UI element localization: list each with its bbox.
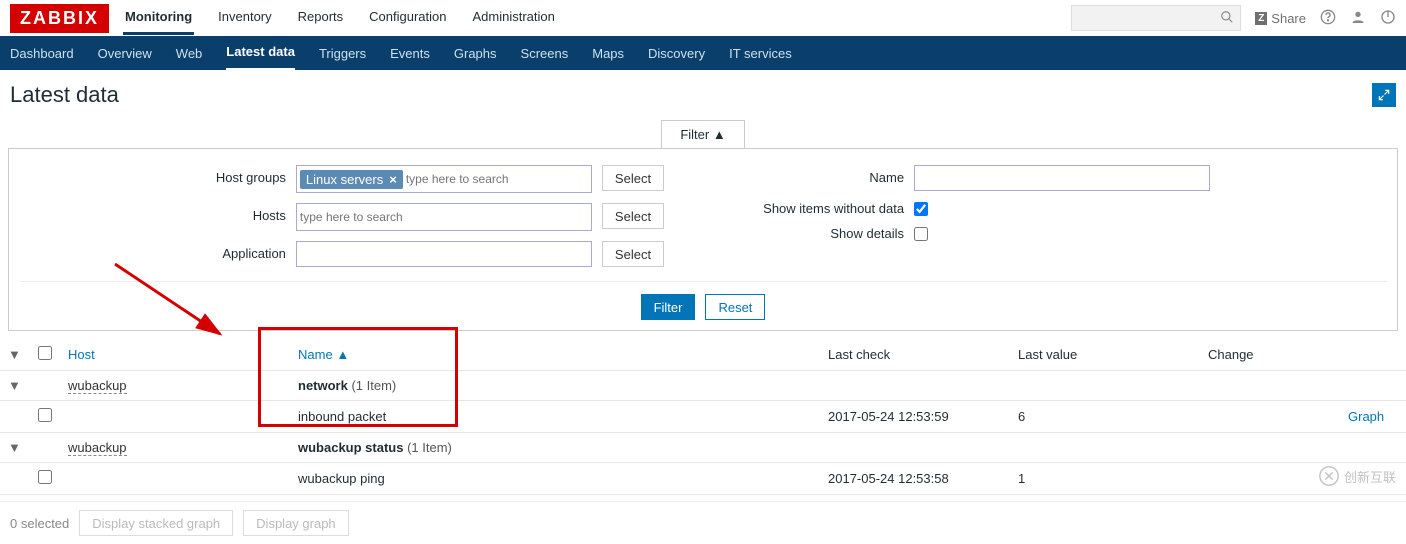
host-link[interactable]: wubackup [68, 440, 127, 456]
display-stacked-graph-button: Display stacked graph [79, 510, 233, 536]
help-icon[interactable] [1320, 9, 1336, 28]
application-input[interactable] [296, 241, 592, 267]
table-item-row: wubackup ping 2017-05-24 12:53:58 1 [0, 463, 1406, 495]
header-change: Change [1200, 339, 1340, 371]
show-without-data-label: Show items without data [744, 201, 904, 216]
selected-count: 0 selected [10, 516, 69, 531]
header-name[interactable]: Name ▲ [298, 347, 349, 362]
topnav-administration[interactable]: Administration [471, 1, 557, 35]
subnav-screens[interactable]: Screens [521, 37, 569, 70]
page-title: Latest data [10, 82, 119, 108]
host-link[interactable]: wubackup [68, 378, 127, 394]
subnav-it-services[interactable]: IT services [729, 37, 792, 70]
logout-icon[interactable] [1380, 9, 1396, 28]
search-icon[interactable] [1220, 10, 1234, 27]
header-last-value: Last value [1010, 339, 1200, 371]
table-group-row: ▼ wubackup network (1 Item) [0, 371, 1406, 401]
latest-data-table: ▼ Host Name ▲ Last check Last value Chan… [0, 339, 1406, 495]
table-item-row: inbound packet 2017-05-24 12:53:59 6 Gra… [0, 401, 1406, 433]
subnav-latest-data[interactable]: Latest data [226, 35, 295, 71]
application-select-button[interactable]: Select [602, 241, 664, 267]
subnav-maps[interactable]: Maps [592, 37, 624, 70]
zabbix-logo[interactable]: ZABBIX [10, 4, 109, 33]
host-groups-multiselect[interactable]: Linux servers × [296, 165, 592, 193]
filter-panel: Host groups Linux servers × Select Hosts… [8, 148, 1398, 331]
application-label: Application [196, 241, 286, 261]
show-details-checkbox[interactable] [914, 227, 928, 241]
reset-button[interactable]: Reset [705, 294, 765, 320]
item-last-check: 2017-05-24 12:53:59 [820, 401, 1010, 433]
host-group-tag: Linux servers × [300, 170, 403, 189]
host-groups-input[interactable] [406, 172, 588, 186]
item-last-value: 1 [1010, 463, 1200, 495]
row-checkbox[interactable] [38, 470, 52, 484]
item-last-value: 6 [1010, 401, 1200, 433]
subnav-discovery[interactable]: Discovery [648, 37, 705, 70]
remove-tag-icon[interactable]: × [389, 172, 397, 187]
hosts-multiselect[interactable] [296, 203, 592, 231]
row-checkbox[interactable] [38, 408, 52, 422]
select-all-checkbox[interactable] [38, 346, 52, 360]
filter-toggle-tab[interactable]: Filter ▲ [661, 120, 744, 148]
fullscreen-button[interactable] [1372, 83, 1396, 107]
display-graph-button: Display graph [243, 510, 349, 536]
item-name: wubackup ping [290, 463, 820, 495]
subnav-dashboard[interactable]: Dashboard [10, 37, 74, 70]
share-button[interactable]: ZShare [1255, 11, 1306, 26]
host-groups-select-button[interactable]: Select [602, 165, 664, 191]
sub-nav: Dashboard Overview Web Latest data Trigg… [0, 36, 1406, 70]
global-search[interactable] [1071, 5, 1241, 31]
name-filter-input[interactable] [914, 165, 1210, 191]
graph-link[interactable]: Graph [1348, 409, 1384, 424]
name-filter-label: Name [744, 165, 904, 185]
host-groups-label: Host groups [196, 165, 286, 185]
topnav-inventory[interactable]: Inventory [216, 1, 273, 35]
collapse-all-icon[interactable]: ▼ [8, 347, 21, 362]
show-without-data-checkbox[interactable] [914, 202, 928, 216]
collapse-icon[interactable]: ▼ [8, 378, 21, 393]
subnav-triggers[interactable]: Triggers [319, 37, 366, 70]
item-name: inbound packet [290, 401, 820, 433]
user-icon[interactable] [1350, 9, 1366, 28]
topnav-monitoring[interactable]: Monitoring [123, 1, 194, 35]
subnav-graphs[interactable]: Graphs [454, 37, 497, 70]
filter-button[interactable]: Filter [641, 294, 696, 320]
topnav-reports[interactable]: Reports [296, 1, 346, 35]
top-nav: Monitoring Inventory Reports Configurati… [123, 1, 1071, 35]
show-details-label: Show details [744, 226, 904, 241]
subnav-overview[interactable]: Overview [98, 37, 152, 70]
topnav-configuration[interactable]: Configuration [367, 1, 448, 35]
subnav-web[interactable]: Web [176, 37, 203, 70]
hosts-label: Hosts [196, 203, 286, 223]
watermark: 创新互联 [1318, 465, 1396, 487]
hosts-select-button[interactable]: Select [602, 203, 664, 229]
header-last-check: Last check [820, 339, 1010, 371]
item-change [1200, 401, 1340, 433]
header-host[interactable]: Host [68, 347, 95, 362]
table-group-row: ▼ wubackup wubackup status (1 Item) [0, 433, 1406, 463]
footer-bar: 0 selected Display stacked graph Display… [0, 501, 1406, 544]
item-last-check: 2017-05-24 12:53:58 [820, 463, 1010, 495]
hosts-input[interactable] [300, 210, 588, 224]
subnav-events[interactable]: Events [390, 37, 430, 70]
collapse-icon[interactable]: ▼ [8, 440, 21, 455]
